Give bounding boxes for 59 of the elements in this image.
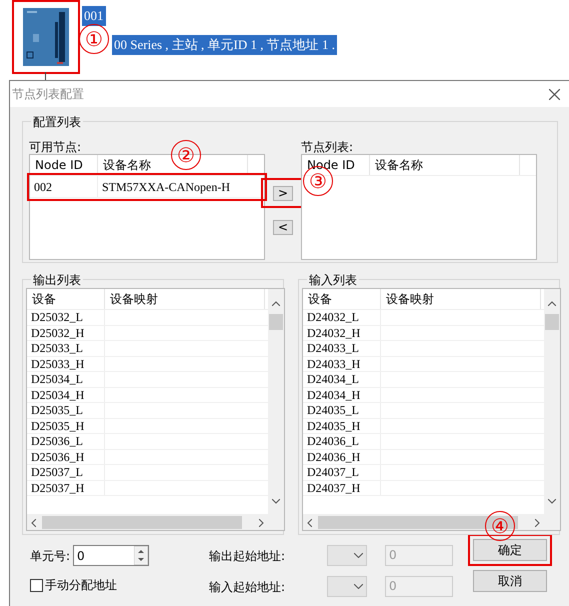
table-cell: D24037_L xyxy=(303,465,381,480)
scrollbar-thumb[interactable] xyxy=(42,516,242,528)
callout-marker: ① xyxy=(79,24,109,54)
device-description: 00 Series , 主站 , 单元ID 1 , 节点地址 1 . xyxy=(112,35,337,54)
column-header[interactable]: 设备映射 xyxy=(105,289,265,309)
table-cell: D25037_L xyxy=(27,465,105,480)
device-id-label: 001 xyxy=(82,6,106,26)
scrollbar-thumb[interactable] xyxy=(545,314,559,330)
group-title: 配置列表 xyxy=(31,113,83,131)
table-cell: D25033_L xyxy=(27,341,105,356)
table-cell: D25032_H xyxy=(27,326,105,340)
spin-arrows-icon[interactable] xyxy=(134,546,148,566)
remove-button[interactable]: < xyxy=(273,220,293,234)
callout-marker: ② xyxy=(171,140,201,170)
plc-module-icon[interactable] xyxy=(23,8,69,66)
column-header[interactable]: 设备 xyxy=(27,289,105,309)
table-cell: D24032_H xyxy=(303,326,381,340)
checkbox[interactable] xyxy=(30,578,43,592)
table-cell: D25034_H xyxy=(27,388,105,402)
table-cell: D24036_H xyxy=(303,450,381,464)
table-cell: D25033_H xyxy=(27,356,105,371)
field-label: 输出起始地址: xyxy=(209,548,286,564)
table-cell: D24034_H xyxy=(303,388,381,402)
table-cell: D25035_H xyxy=(27,418,105,433)
list-row[interactable]: 002 STM57XXA-CANopen-H xyxy=(30,176,264,198)
list-label: 可用节点: xyxy=(29,139,82,154)
table-cell: D25032_L xyxy=(27,310,105,324)
table-cell: D24035_H xyxy=(303,418,381,433)
column-header[interactable]: Node ID xyxy=(30,155,98,175)
table-cell: D24033_L xyxy=(303,341,381,356)
add-button[interactable]: > xyxy=(273,186,293,200)
table-cell: D25037_H xyxy=(27,480,105,495)
caret-icon xyxy=(354,584,363,589)
dialog-title: 节点列表配置 xyxy=(12,86,84,103)
column-header[interactable]: 设备 xyxy=(303,289,381,309)
table-cell: D24037_H xyxy=(303,480,381,495)
spin-field[interactable]: 0 xyxy=(73,545,150,566)
ok-button[interactable]: 确定 xyxy=(473,539,547,561)
table-cell: D24033_H xyxy=(303,356,381,371)
group-title: 输出列表 xyxy=(31,271,83,289)
caret-icon xyxy=(354,553,363,558)
column-header[interactable]: 设备名称 xyxy=(370,155,520,175)
group-title: 输入列表 xyxy=(307,271,359,289)
table-cell: D24034_L xyxy=(303,372,381,386)
table-cell: D25034_L xyxy=(27,372,105,386)
table-cell: D24036_L xyxy=(303,434,381,448)
table-cell: D25035_L xyxy=(27,403,105,418)
scrollbar-thumb[interactable] xyxy=(269,314,283,330)
column-header[interactable]: 设备映射 xyxy=(381,289,541,309)
field-value: 0 xyxy=(77,548,85,564)
table-cell: D25036_H xyxy=(27,450,105,464)
table-cell: D24035_L xyxy=(303,403,381,418)
list-label: 节点列表: xyxy=(301,139,354,154)
field-label: 单元号: xyxy=(30,548,70,564)
field-label: 输入起始地址: xyxy=(209,578,286,596)
table-cell: D24032_L xyxy=(303,310,381,324)
table-cell: D25036_L xyxy=(27,434,105,448)
checkbox-label: 手动分配地址 xyxy=(45,577,117,594)
cancel-button[interactable]: 取消 xyxy=(473,570,547,592)
